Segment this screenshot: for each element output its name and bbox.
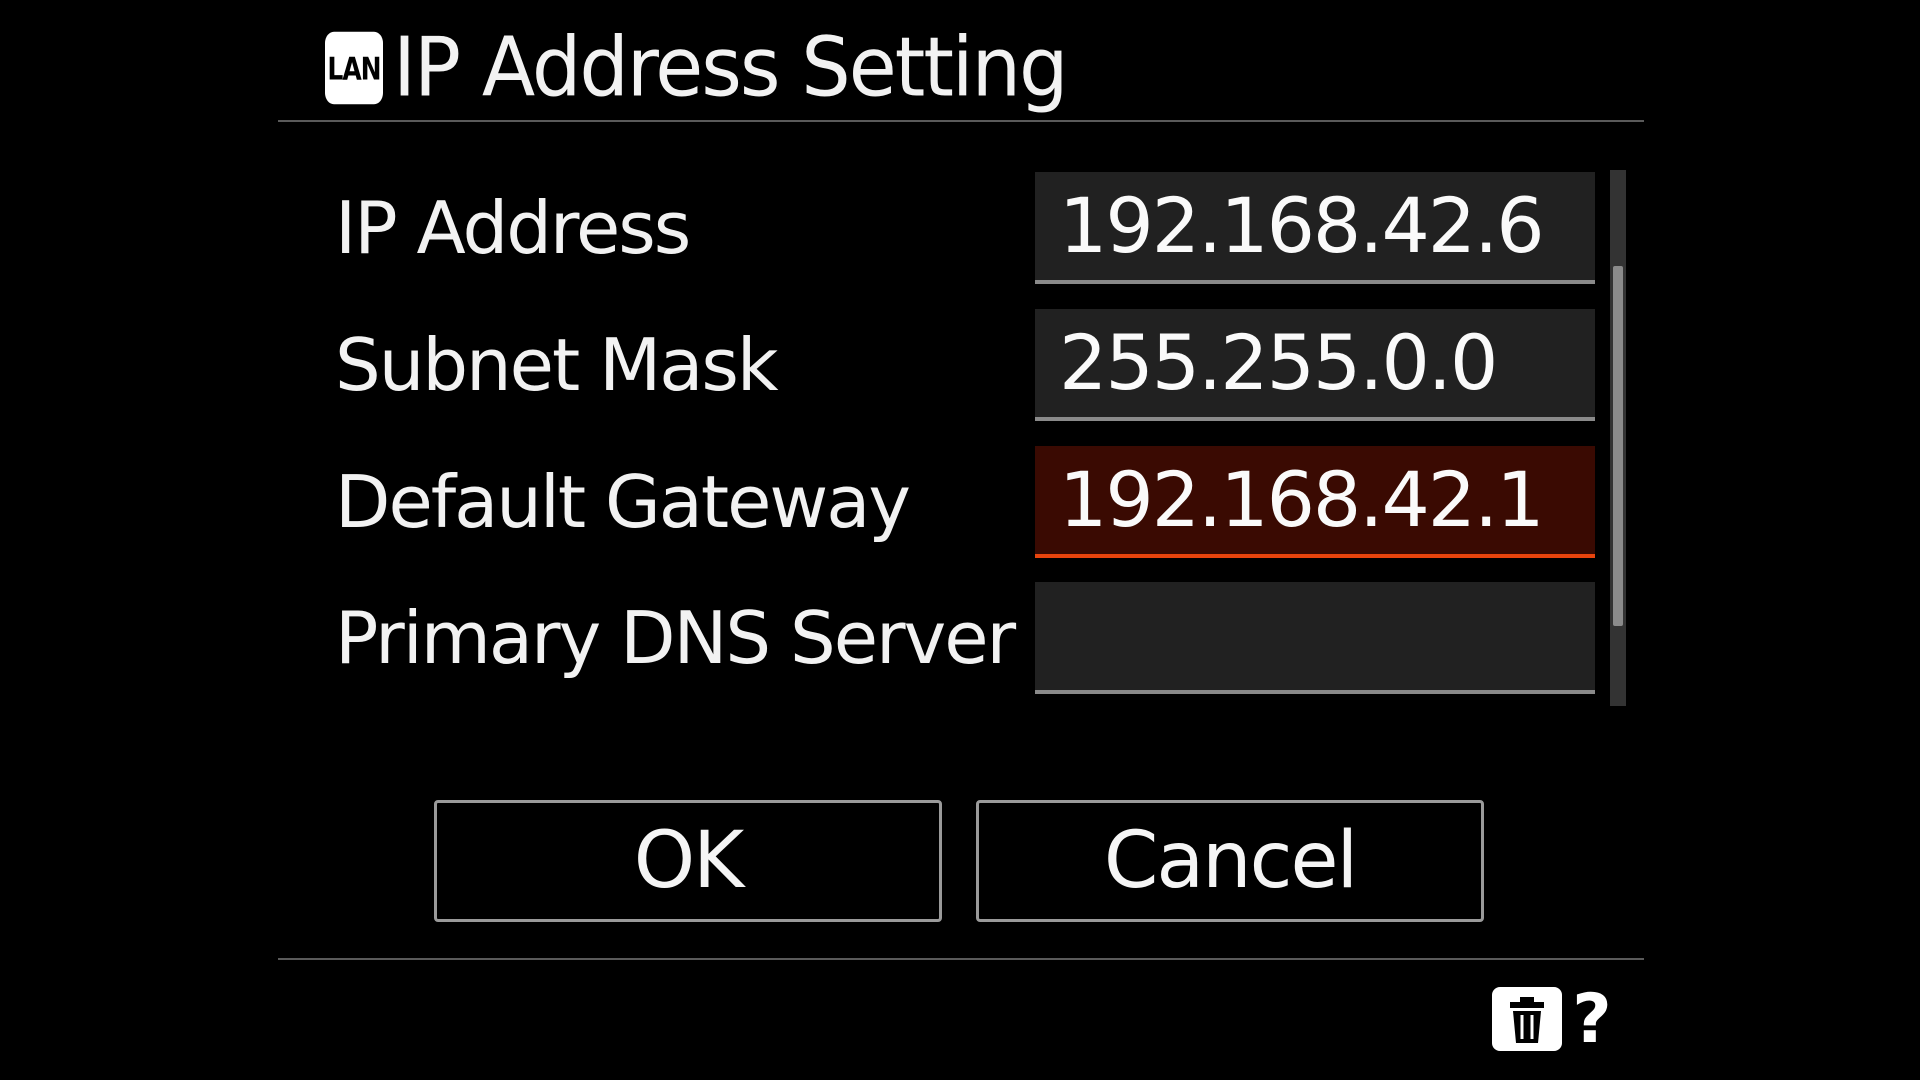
ip-address-field[interactable]: 192.168.42.6 [1035,172,1595,284]
setting-row-default-gateway[interactable]: Default Gateway 192.168.42.1 [0,446,1920,558]
setting-row-ip-address[interactable]: IP Address 192.168.42.6 [0,172,1920,284]
header-divider [278,120,1644,122]
default-gateway-field[interactable]: 192.168.42.1 [1035,446,1595,558]
setting-row-subnet-mask[interactable]: Subnet Mask 255.255.0.0 [0,309,1920,421]
cancel-button[interactable]: Cancel [976,800,1484,922]
ip-address-value: 192.168.42.6 [1059,181,1545,270]
ok-button[interactable]: OK [434,800,942,922]
ip-address-label: IP Address [335,186,691,270]
lan-icon: LAN [325,31,383,105]
subnet-mask-label: Subnet Mask [335,323,779,407]
page-title: IP Address Setting [393,20,1069,116]
help-icon[interactable]: ? [1570,980,1614,1060]
trash-icon[interactable] [1492,987,1562,1051]
primary-dns-label: Primary DNS Server [335,596,1016,680]
footer-divider [278,958,1644,960]
dialog-header: LAN IP Address Setting [325,18,1069,118]
subnet-mask-field[interactable]: 255.255.0.0 [1035,309,1595,421]
default-gateway-label: Default Gateway [335,460,911,544]
scrollbar-thumb[interactable] [1613,266,1623,626]
subnet-mask-value: 255.255.0.0 [1059,318,1498,407]
primary-dns-field[interactable] [1035,582,1595,694]
setting-row-primary-dns[interactable]: Primary DNS Server [0,582,1920,694]
default-gateway-value: 192.168.42.1 [1059,455,1545,544]
scrollbar[interactable] [1610,170,1626,706]
